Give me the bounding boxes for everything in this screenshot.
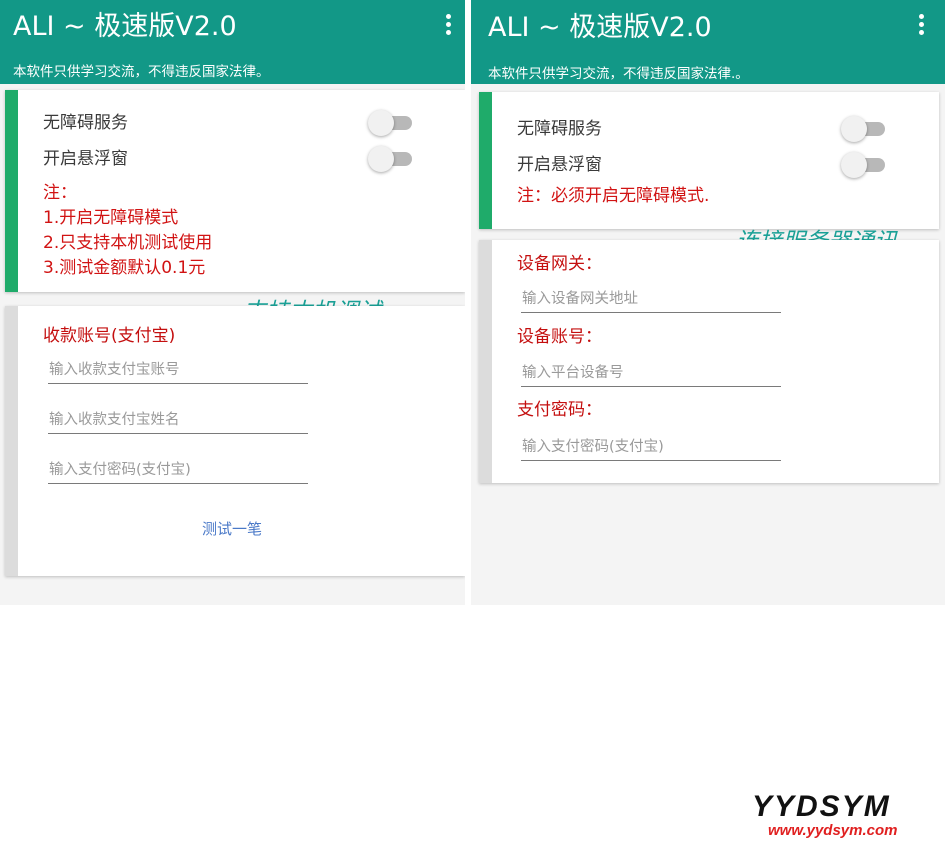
- payee-card: 收款账号(支付宝) 输入收款支付宝账号 输入收款支付宝姓名 输入支付密码(支付宝…: [5, 306, 465, 576]
- gateway-input[interactable]: 输入设备网关地址: [521, 282, 781, 313]
- app-disclaimer: 本软件只供学习交流，不得违反国家法律.。: [488, 66, 749, 82]
- app-title: ALI ~ 极速版V2.0: [488, 12, 712, 43]
- payee-account-input[interactable]: 输入收款支付宝账号: [48, 353, 308, 384]
- overflow-menu-icon[interactable]: [917, 14, 925, 38]
- placeholder: 输入支付密码(支付宝): [49, 462, 191, 478]
- note-line-3: 3.测试金额默认0.1元: [43, 258, 206, 278]
- watermark-url: www.yydsym.com: [768, 822, 898, 839]
- floating-window-label: 开启悬浮窗: [43, 149, 128, 169]
- floating-window-switch[interactable]: [841, 152, 887, 178]
- device-card: 设备网关： 输入设备网关地址 设备账号： 输入平台设备号 支付密码： 输入支付密…: [479, 240, 939, 483]
- accessibility-service-label: 无障碍服务: [517, 119, 602, 139]
- right-app-screen: ALI ~ 极速版V2.0 本软件只供学习交流，不得违反国家法律.。 无障碍服务…: [471, 0, 945, 605]
- floating-window-switch[interactable]: [368, 146, 414, 172]
- settings-card: 无障碍服务 开启悬浮窗 注：必须开启无障碍模式.: [479, 92, 939, 229]
- watermark-logo: YYDSYM: [752, 790, 891, 823]
- placeholder: 输入设备网关地址: [522, 291, 638, 307]
- accessibility-service-label: 无障碍服务: [43, 113, 128, 133]
- note-line-2: 2.只支持本机测试使用: [43, 233, 213, 253]
- app-bar: ALI ~ 极速版V2.0 本软件只供学习交流，不得违反国家法律。: [0, 0, 465, 84]
- card-accent-bar: [479, 92, 492, 229]
- overflow-menu-icon[interactable]: [444, 14, 452, 38]
- app-title: ALI ~ 极速版V2.0: [13, 11, 237, 42]
- app-bar: ALI ~ 极速版V2.0 本软件只供学习交流，不得违反国家法律.。: [471, 0, 945, 84]
- note-title: 注：: [43, 183, 77, 203]
- pay-password-input[interactable]: 输入支付密码(支付宝): [48, 453, 308, 484]
- pay-password-label: 支付密码：: [517, 400, 602, 420]
- payee-name-input[interactable]: 输入收款支付宝姓名: [48, 403, 308, 434]
- pay-password-input[interactable]: 输入支付密码(支付宝): [521, 430, 781, 461]
- accessibility-service-switch[interactable]: [841, 116, 887, 142]
- card-accent-bar: [479, 240, 492, 483]
- test-payment-button[interactable]: 测试一笔: [202, 518, 262, 539]
- card-accent-bar: [5, 306, 18, 576]
- device-account-input[interactable]: 输入平台设备号: [521, 356, 781, 387]
- device-account-label: 设备账号：: [517, 327, 602, 347]
- app-disclaimer: 本软件只供学习交流，不得违反国家法律。: [13, 64, 270, 80]
- placeholder: 输入收款支付宝账号: [49, 362, 180, 378]
- floating-window-label: 开启悬浮窗: [517, 155, 602, 175]
- placeholder: 输入支付密码(支付宝): [522, 439, 664, 455]
- gateway-label: 设备网关：: [517, 254, 602, 274]
- settings-card: 无障碍服务 开启悬浮窗 注： 1.开启无障碍模式 2.只支持本机测试使用 3.测…: [5, 90, 465, 292]
- card-accent-bar: [5, 90, 18, 292]
- note-line-1: 1.开启无障碍模式: [43, 208, 179, 228]
- accessibility-service-switch[interactable]: [368, 110, 414, 136]
- payee-heading: 收款账号(支付宝): [43, 326, 176, 346]
- placeholder: 输入平台设备号: [522, 365, 624, 381]
- note-text: 注：必须开启无障碍模式.: [517, 186, 710, 206]
- left-app-screen: ALI ~ 极速版V2.0 本软件只供学习交流，不得违反国家法律。 无障碍服务 …: [0, 0, 465, 605]
- placeholder: 输入收款支付宝姓名: [49, 412, 180, 428]
